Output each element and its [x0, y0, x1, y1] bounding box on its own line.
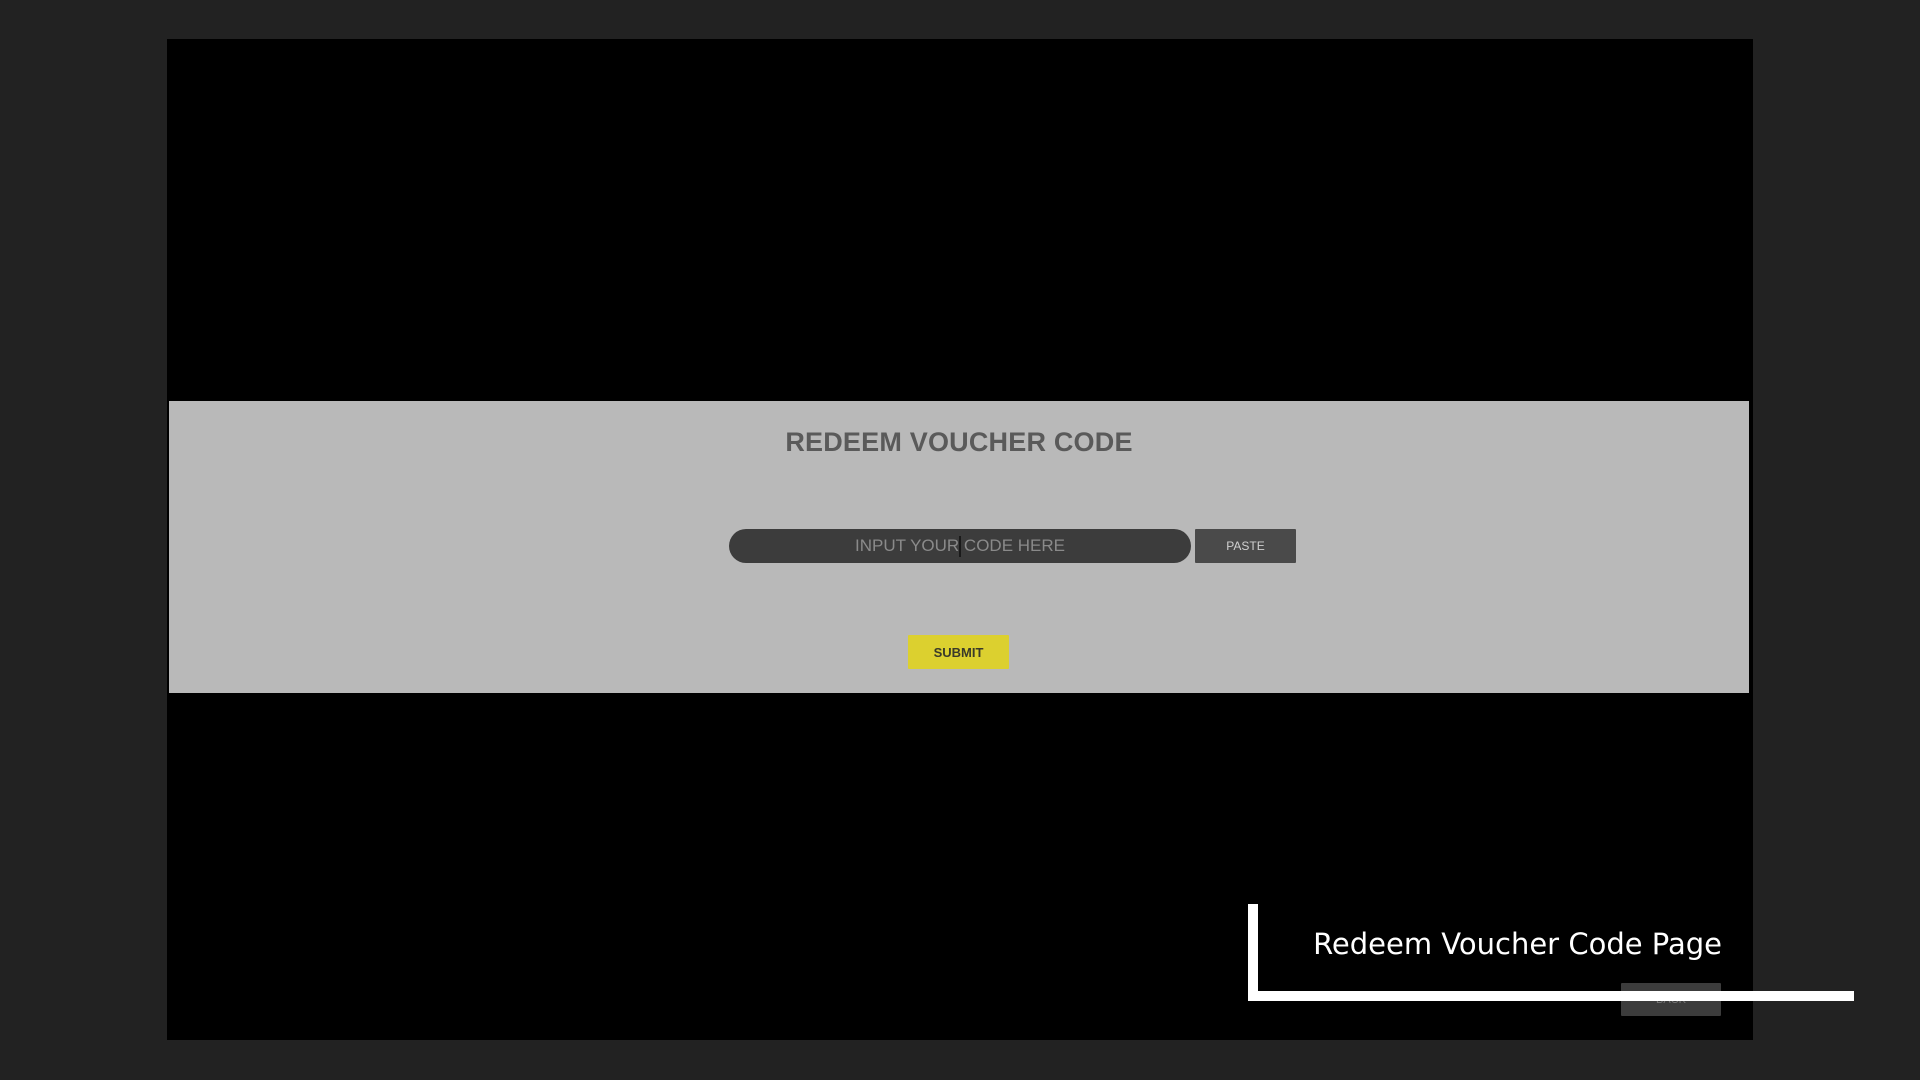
redeem-voucher-panel: REDEEM VOUCHER CODE PASTE SUBMIT: [169, 401, 1749, 693]
annotation-bracket: Redeem Voucher Code Page: [1248, 904, 1854, 1001]
annotation-caption: Redeem Voucher Code Page: [1313, 927, 1722, 961]
page-title: REDEEM VOUCHER CODE: [785, 427, 1133, 457]
game-screen: REDEEM VOUCHER CODE PASTE SUBMIT BACK: [167, 39, 1753, 1040]
text-caret: [959, 536, 961, 557]
submit-button[interactable]: SUBMIT: [908, 635, 1009, 669]
paste-button[interactable]: PASTE: [1195, 529, 1296, 563]
